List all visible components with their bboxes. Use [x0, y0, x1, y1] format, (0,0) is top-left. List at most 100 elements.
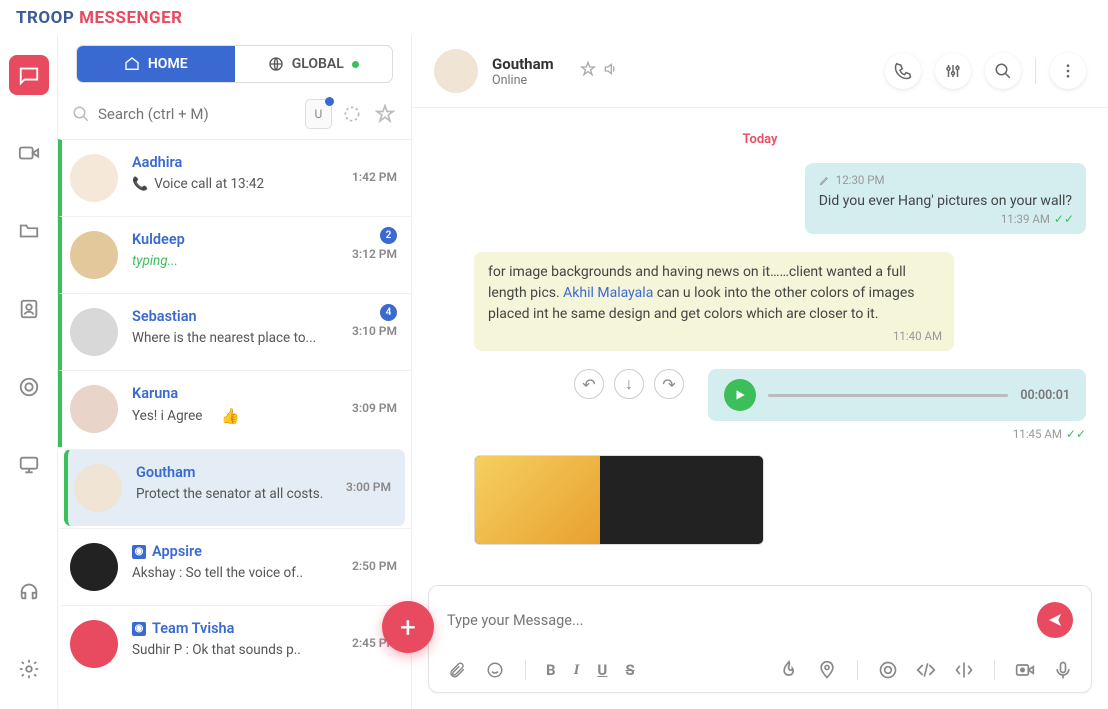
timestamp: 3:00 PM [346, 480, 391, 494]
location-icon[interactable] [817, 660, 837, 680]
search-input[interactable] [98, 105, 297, 123]
message-sent: 12:30 PM Did you ever Hang' pictures on … [434, 163, 1086, 234]
composer: B I U S [428, 585, 1092, 693]
message-text: Did you ever Hang' pictures on your wall… [819, 191, 1072, 212]
call-button[interactable] [885, 53, 921, 89]
list-item[interactable]: ◉AppsireAkshay : So tell the voice of.. … [58, 528, 411, 605]
timestamp: 3:10 PM [352, 324, 397, 338]
contact-name: Aadhira [132, 154, 399, 171]
voice-duration: 00:00:01 [1020, 388, 1070, 403]
message-received: for image backgrounds and having news on… [434, 252, 1086, 351]
avatar [70, 231, 118, 279]
contact-name: ◉Appsire [132, 543, 399, 560]
settings-button[interactable] [935, 53, 971, 89]
avatar [74, 464, 122, 512]
pencil-icon [819, 175, 830, 186]
underline-button[interactable]: U [597, 661, 607, 679]
image-attachment[interactable] [474, 455, 764, 545]
tab-global[interactable]: GLOBAL [235, 46, 393, 82]
message-time: 11:45 AM✓✓ [1013, 427, 1086, 441]
left-nav [0, 35, 57, 709]
download-icon[interactable]: ↓ [614, 369, 644, 399]
tab-home[interactable]: HOME [77, 46, 235, 82]
italic-button[interactable]: I [574, 662, 580, 679]
nav-settings-icon[interactable] [9, 649, 49, 689]
contact-name: Goutham [136, 464, 393, 481]
contact-name: ◉Team Tvisha [132, 620, 399, 637]
unread-filter-button[interactable]: U [305, 99, 332, 129]
volume-icon[interactable] [602, 61, 618, 81]
group-icon: ◉ [132, 545, 146, 559]
nav-contacts-icon[interactable] [9, 289, 49, 329]
contact-avatar[interactable] [434, 49, 478, 93]
video-record-icon[interactable] [1015, 660, 1035, 680]
code-icon[interactable] [916, 660, 936, 680]
message-text: for image backgrounds and having news on… [488, 262, 940, 325]
timestamp: 2:50 PM [352, 559, 397, 573]
avatar [70, 620, 118, 668]
favorite-icon[interactable] [580, 61, 596, 81]
search-icon [72, 105, 90, 123]
message-input[interactable] [447, 612, 1037, 629]
waveform[interactable] [768, 394, 1008, 397]
avatar [70, 154, 118, 202]
bold-button[interactable]: B [546, 661, 556, 679]
search-chat-button[interactable] [985, 53, 1021, 89]
list-item[interactable]: ◉Team TvishaSudhir P : Ok that sounds p.… [58, 605, 411, 682]
nav-chat-icon[interactable] [9, 55, 49, 95]
check-icon: ✓✓ [1066, 427, 1086, 441]
forkout-icon[interactable] [954, 660, 974, 680]
nav-circle-icon[interactable] [9, 367, 49, 407]
nav-arrows: ↶ ↓ ↷ [574, 369, 684, 399]
emoji-icon[interactable] [485, 660, 505, 680]
search-box[interactable] [72, 105, 297, 123]
contact-name: Kuldeep [132, 231, 399, 248]
strike-button[interactable]: S [625, 661, 634, 679]
contact-name: Karuna [132, 385, 399, 402]
list-item[interactable]: SebastianWhere is the nearest place to..… [58, 293, 411, 370]
group-icon: ◉ [132, 622, 146, 636]
timestamp: 3:12 PM [352, 247, 397, 261]
more-button[interactable] [1050, 53, 1086, 89]
list-item[interactable]: GouthamProtect the senator at all costs.… [64, 449, 405, 526]
status-dot [352, 61, 359, 68]
forward-icon[interactable]: ↷ [654, 369, 684, 399]
star-icon[interactable] [372, 100, 397, 128]
chat-body: Today 12:30 PM Did you ever Hang' pictur… [412, 108, 1108, 585]
conversation-list: Aadhira📞Voice call at 13:42 1:42 PM Kuld… [58, 139, 411, 709]
call-icon: 📞 [132, 177, 148, 192]
record-icon[interactable] [878, 660, 898, 680]
mention[interactable]: Akhil Malayala [563, 285, 653, 301]
list-item[interactable]: Aadhira📞Voice call at 13:42 1:42 PM [58, 139, 411, 216]
list-item[interactable]: KarunaYes! i Agree 👍 3:09 PM [58, 370, 411, 447]
nav-headset-icon[interactable] [9, 571, 49, 611]
nav-folder-icon[interactable] [9, 211, 49, 251]
nav-video-icon[interactable] [9, 133, 49, 173]
attach-icon[interactable] [447, 660, 467, 680]
chatlist-panel: HOME GLOBAL U Aadhira📞Voice call at 13:4… [57, 35, 412, 709]
list-item[interactable]: Kuldeeptyping... 2 3:12 PM [58, 216, 411, 293]
edit-indicator: 12:30 PM [819, 173, 1072, 187]
contact-name: Sebastian [132, 308, 399, 325]
new-chat-fab[interactable]: + [382, 601, 434, 653]
avatar [70, 543, 118, 591]
send-button[interactable] [1037, 602, 1073, 638]
chat-pane: Goutham Online Today [412, 35, 1108, 709]
voice-message[interactable]: 00:00:01 [708, 369, 1086, 421]
thumb-icon: 👍 [221, 407, 240, 425]
mic-icon[interactable] [1053, 660, 1073, 680]
avatar [70, 308, 118, 356]
filter-icon[interactable] [340, 100, 365, 128]
burnout-icon[interactable] [779, 660, 799, 680]
play-button[interactable] [724, 379, 756, 411]
day-label: Today [434, 128, 1086, 147]
chat-status: Online [492, 73, 554, 88]
message-time: 11:40 AM [893, 329, 942, 343]
check-icon: ✓✓ [1054, 212, 1074, 226]
unread-badge: 2 [380, 227, 397, 244]
chat-header: Goutham Online [412, 35, 1108, 108]
reply-icon[interactable]: ↶ [574, 369, 604, 399]
tabs: HOME GLOBAL [76, 45, 393, 83]
message-time: 11:39 AM✓✓ [1001, 212, 1074, 226]
nav-monitor-icon[interactable] [9, 445, 49, 485]
